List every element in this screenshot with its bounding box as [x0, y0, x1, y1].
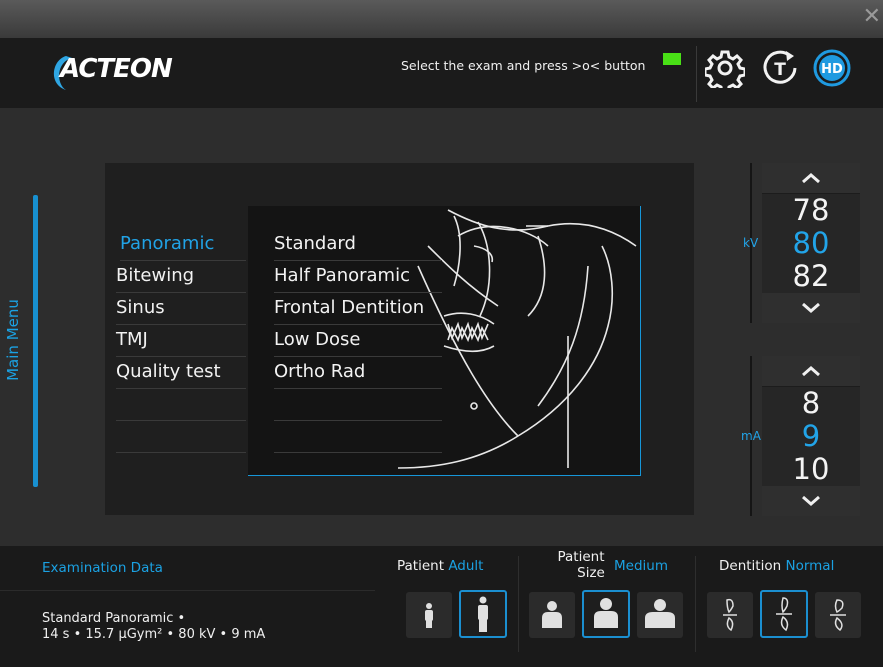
- program-ortho-rad[interactable]: Ortho Rad: [274, 356, 442, 389]
- hd-glyph: HD: [821, 62, 843, 77]
- dentition-normal-button[interactable]: [760, 590, 808, 638]
- instruction-text: Select the exam and press >o< button: [401, 58, 646, 73]
- exam-data-line1: Standard Panoramic •: [42, 611, 186, 626]
- exam-type-quality-test[interactable]: Quality test: [116, 356, 246, 389]
- header-bar: ACTEON Select the exam and press >o< but…: [0, 38, 883, 108]
- main-menu-tab[interactable]: [33, 195, 38, 487]
- size-medium-button[interactable]: [582, 590, 630, 638]
- main-menu-label[interactable]: Main Menu: [4, 299, 22, 381]
- tooth-icon: [723, 598, 737, 632]
- list-item-empty: [116, 420, 246, 453]
- chevron-down-icon: [802, 495, 820, 506]
- kv-decrease-button[interactable]: [762, 293, 860, 323]
- child-icon: [425, 603, 433, 628]
- dentition-option-1-button[interactable]: [707, 592, 753, 638]
- list-item-empty: [116, 388, 246, 421]
- exam-data-title: Examination Data: [42, 560, 163, 576]
- ma-stepper: 8 9 10: [762, 356, 860, 516]
- exam-type-bitewing[interactable]: Bitewing: [116, 260, 246, 293]
- chevron-up-icon: [802, 366, 820, 377]
- patient-size-value: Medium: [614, 558, 668, 574]
- bottom-divider: [695, 556, 696, 652]
- ma-decrease-button[interactable]: [762, 486, 860, 516]
- chevron-up-icon: [802, 173, 820, 184]
- exam-type-tmj[interactable]: TMJ: [116, 324, 246, 357]
- logo-text: ACTEON: [60, 54, 173, 84]
- exam-program-list: Standard Half Panoramic Frontal Dentitio…: [274, 228, 442, 460]
- window-titlebar: [0, 0, 883, 38]
- program-standard[interactable]: Standard: [274, 228, 442, 261]
- kv-increase-button[interactable]: [762, 163, 860, 194]
- kv-prev-value: 78: [792, 193, 830, 227]
- patient-size-label-line1: Patient: [557, 549, 605, 565]
- hd-icon[interactable]: HD: [812, 48, 852, 88]
- patient-label-text: Patient: [397, 558, 445, 574]
- header-divider: [696, 46, 697, 102]
- dentition-label-text: Dentition: [719, 558, 782, 574]
- ma-prev-value: 8: [801, 386, 821, 420]
- ma-next-value: 10: [792, 452, 830, 486]
- ma-unit-label: mA: [741, 429, 761, 443]
- exam-type-list: Panoramic Bitewing Sinus TMJ Quality tes…: [112, 228, 247, 460]
- ma-current-value: 9: [801, 419, 821, 453]
- tooth-icon: [776, 597, 792, 632]
- kv-current-value: 80: [792, 226, 830, 260]
- program-half-panoramic[interactable]: Half Panoramic: [274, 260, 442, 293]
- size-large-button[interactable]: [637, 592, 683, 638]
- person-large-icon: [645, 599, 675, 628]
- tooth-icon: [830, 599, 846, 632]
- timer-t-glyph: T: [774, 60, 786, 80]
- list-item-empty: [274, 420, 442, 453]
- exam-type-sinus[interactable]: Sinus: [116, 292, 246, 325]
- patient-child-button[interactable]: [406, 592, 452, 638]
- adult-icon: [478, 596, 488, 632]
- person-medium-icon: [594, 598, 618, 628]
- program-frontal-dentition[interactable]: Frontal Dentition: [274, 292, 442, 325]
- kv-next-value: 82: [792, 259, 830, 293]
- patient-adult-button[interactable]: [459, 590, 507, 638]
- size-small-button[interactable]: [529, 592, 575, 638]
- person-small-icon: [542, 601, 562, 628]
- patient-size-label-line2: Size: [577, 565, 605, 581]
- list-item-empty: [274, 388, 442, 421]
- kv-stepper: 78 80 82: [762, 163, 860, 323]
- close-icon[interactable]: ✕: [863, 6, 881, 28]
- dentition-value: Normal: [785, 558, 835, 574]
- exam-data-divider: [0, 590, 375, 591]
- exam-type-panoramic[interactable]: Panoramic: [120, 228, 246, 261]
- bottom-divider: [518, 556, 519, 652]
- status-indicator: [663, 53, 681, 65]
- patient-label: Patient Adult: [397, 558, 483, 574]
- exam-data-line2: 14 s • 15.7 µGym² • 80 kV • 9 mA: [42, 627, 266, 642]
- chevron-down-icon: [802, 302, 820, 313]
- patient-value: Adult: [448, 558, 484, 574]
- program-low-dose[interactable]: Low Dose: [274, 324, 442, 357]
- timer-t-icon[interactable]: T: [760, 48, 800, 88]
- patient-size-label: Patient Size: [557, 549, 605, 581]
- ma-increase-button[interactable]: [762, 356, 860, 387]
- gear-icon[interactable]: [705, 48, 745, 88]
- dentition-option-3-button[interactable]: [815, 592, 861, 638]
- dentition-label: Dentition Normal: [719, 558, 834, 574]
- kv-unit-label: kV: [743, 236, 759, 250]
